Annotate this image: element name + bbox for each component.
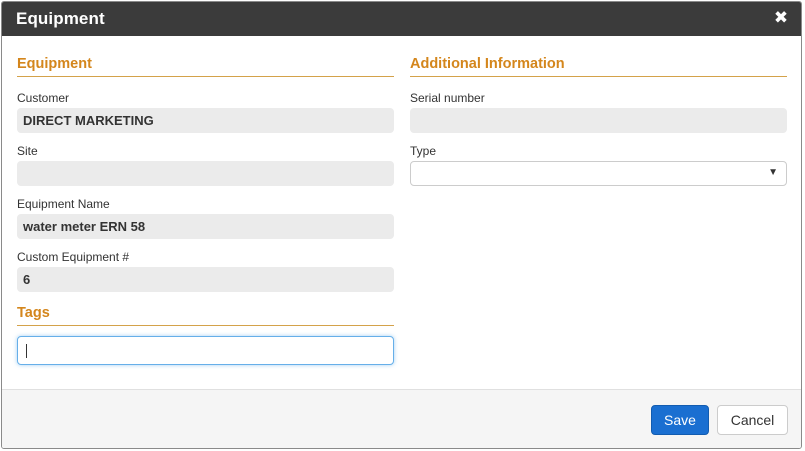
dialog-title: Equipment (16, 9, 105, 28)
customer-field[interactable]: DIRECT MARKETING (17, 108, 394, 133)
equipment-section-title: Equipment (17, 56, 394, 77)
type-label: Type (410, 144, 437, 158)
dialog-footer: Save Cancel (2, 389, 801, 448)
type-select[interactable]: ▼ (410, 161, 787, 186)
customer-label: Customer (17, 91, 70, 105)
additional-info-section-title: Additional Information (410, 56, 787, 77)
dialog-header: Equipment ✖ (2, 2, 801, 36)
site-field[interactable] (17, 161, 394, 186)
serial-number-label: Serial number (410, 91, 485, 105)
equipment-name-label: Equipment Name (17, 197, 110, 211)
dialog-body: Equipment Customer DIRECT MARKETING Site… (2, 36, 801, 389)
dropdown-arrow-icon: ▼ (768, 167, 778, 178)
serial-number-field[interactable] (410, 108, 787, 133)
equipment-name-field[interactable]: water meter ERN 58 (17, 214, 394, 239)
cancel-button[interactable]: Cancel (717, 405, 788, 435)
custom-equipment-field[interactable]: 6 (17, 267, 394, 292)
equipment-dialog: Equipment ✖ Equipment Customer DIRECT MA… (1, 1, 802, 449)
save-button[interactable]: Save (651, 405, 709, 435)
tags-input[interactable] (17, 336, 394, 365)
custom-equipment-label: Custom Equipment # (17, 250, 130, 264)
site-label: Site (17, 144, 38, 158)
tags-section-title: Tags (17, 305, 394, 326)
text-caret (26, 344, 27, 358)
close-icon[interactable]: ✖ (773, 9, 789, 26)
